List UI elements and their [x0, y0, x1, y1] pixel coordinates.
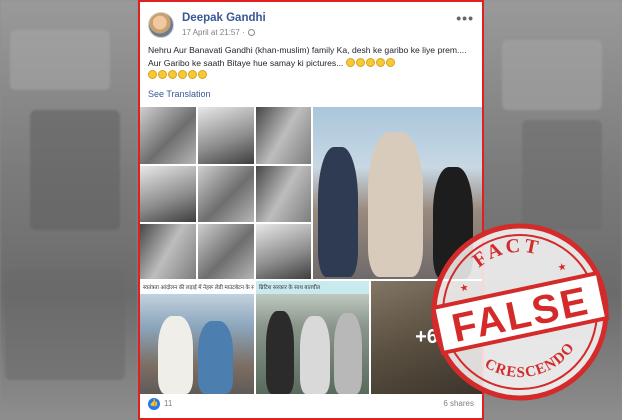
- see-translation-link[interactable]: See Translation: [148, 89, 211, 99]
- laugh-emoji-icon: [345, 57, 396, 68]
- author-name[interactable]: Deepak Gandhi: [182, 12, 266, 24]
- more-options-button[interactable]: •••: [456, 10, 474, 26]
- fact-check-false-stamp: FACT FALSE CRESCENDO ★ ★: [413, 205, 622, 418]
- globe-icon: [247, 29, 255, 36]
- photo-caption-1: स्वतंत्रता आंदोलन की लड़ाई में नेहरू लेड…: [140, 281, 254, 294]
- like-icon: 👍: [148, 398, 160, 410]
- background-left: [0, 0, 138, 420]
- photo-caption-2: ब्रिटिश सरकार के साथ बातचीत: [256, 281, 369, 294]
- post-body: Nehru Aur Banavati Gandhi (khan-muslim) …: [148, 45, 467, 68]
- photo-with-caption-2[interactable]: ब्रिटिश सरकार के साथ बातचीत: [256, 281, 369, 394]
- timestamp-text: 17 April at 21:57 ·: [182, 28, 245, 37]
- like-count[interactable]: 11: [164, 399, 172, 408]
- post-footer: 👍 11 6 shares: [148, 396, 474, 412]
- rofl-emoji-icon: [148, 70, 208, 80]
- post-text: Nehru Aur Banavati Gandhi (khan-muslim) …: [148, 44, 478, 82]
- photo-with-caption-1[interactable]: स्वतंत्रता आंदोलन की लड़ाई में नेहरू लेड…: [140, 281, 254, 394]
- stamp-seal-icon: FACT FALSE CRESCENDO ★ ★: [430, 223, 610, 401]
- post-timestamp[interactable]: 17 April at 21:57 ·: [182, 28, 255, 37]
- avatar[interactable]: [148, 12, 174, 38]
- collage-photo[interactable]: [140, 107, 311, 279]
- post-header: Deepak Gandhi 17 April at 21:57 · •••: [148, 8, 474, 38]
- facebook-post-card: Deepak Gandhi 17 April at 21:57 · ••• Ne…: [138, 0, 484, 420]
